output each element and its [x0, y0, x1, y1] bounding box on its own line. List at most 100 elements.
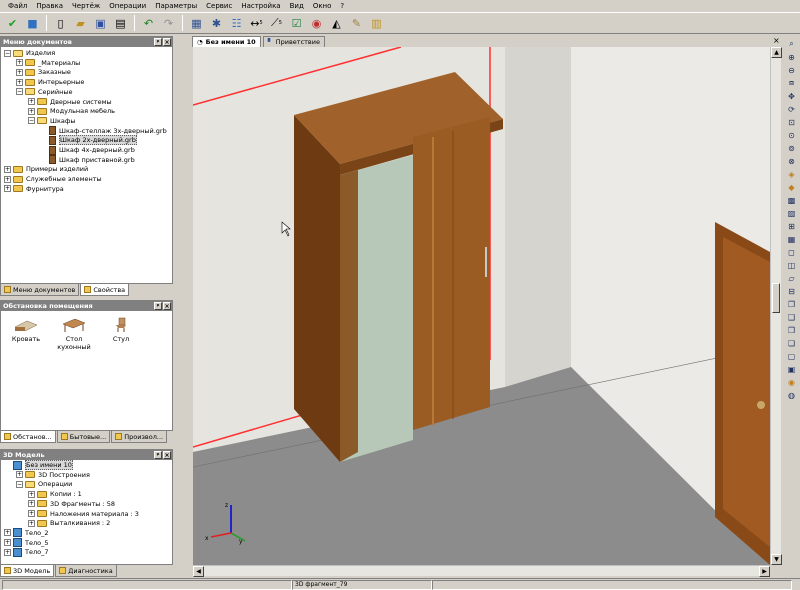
box-back-icon[interactable]: ❏: [786, 337, 798, 349]
expand-icon[interactable]: +: [4, 548, 11, 556]
tree-item[interactable]: + Модульная мебель: [28, 106, 115, 116]
pin-icon[interactable]: ᵖ: [154, 451, 162, 459]
menu-item[interactable]: Параметры: [155, 2, 197, 10]
tree-item[interactable]: + Тело_7: [4, 547, 49, 557]
box-front-icon[interactable]: ❒: [786, 324, 798, 336]
scroll-left-icon[interactable]: ◀: [193, 566, 204, 577]
menu-item[interactable]: Чертёж: [72, 2, 100, 10]
expand-icon[interactable]: +: [16, 78, 23, 86]
box-icon[interactable]: ❐: [786, 298, 798, 310]
menu-item[interactable]: Окно: [313, 2, 332, 10]
expand-icon[interactable]: +: [16, 59, 23, 67]
pan-icon[interactable]: ✥: [786, 90, 798, 102]
tree-item[interactable]: + Примеры изделий: [4, 164, 88, 174]
collapse-icon[interactable]: −: [16, 88, 23, 96]
3d-viewport[interactable]: z y x: [193, 47, 770, 565]
close-icon[interactable]: ×: [163, 38, 171, 46]
wireframe-icon[interactable]: ◻: [786, 246, 798, 258]
zoom-all-icon[interactable]: ⧈: [786, 77, 798, 89]
scroll-up-icon[interactable]: ▲: [771, 47, 782, 58]
expand-icon[interactable]: +: [28, 98, 35, 105]
wardrobe-model[interactable]: [294, 72, 503, 462]
cube-icon[interactable]: ■: [24, 15, 41, 32]
panel-tab[interactable]: Бытовые...: [56, 431, 111, 443]
close-document-icon[interactable]: ×: [773, 36, 780, 45]
hidden-lines-icon[interactable]: ◫: [786, 259, 798, 271]
tree-item[interactable]: − Серийные: [16, 87, 73, 97]
menu-item[interactable]: Вид: [290, 2, 304, 10]
perspective-icon[interactable]: ⏥: [786, 272, 798, 284]
furniture-item-chair[interactable]: Стул: [106, 317, 136, 343]
edit-icon[interactable]: ✎: [348, 15, 365, 32]
box-alt-icon[interactable]: ❑: [786, 311, 798, 323]
view-iso-icon[interactable]: ▨: [786, 207, 798, 219]
tree-item[interactable]: +3D Фрагменты : 58: [28, 499, 115, 509]
expand-icon[interactable]: +: [28, 519, 35, 527]
render-icon[interactable]: ◍: [786, 389, 798, 401]
expand-icon[interactable]: +: [28, 510, 35, 517]
checkmark-icon[interactable]: ✔: [4, 15, 21, 32]
view-front-icon[interactable]: ◈: [786, 168, 798, 180]
expand-icon[interactable]: +: [28, 500, 35, 508]
horizontal-scrollbar[interactable]: ◀ ▶: [193, 565, 770, 577]
undo-icon[interactable]: ↶: [140, 15, 157, 32]
orient-icon[interactable]: ⊗: [786, 155, 798, 167]
expand-icon[interactable]: +: [4, 539, 11, 547]
tree-item[interactable]: Шкаф-стеллаж 3х-дверный.grb: [40, 126, 167, 136]
close-icon[interactable]: ×: [163, 451, 171, 459]
tree-item[interactable]: − Изделия: [4, 48, 55, 58]
tree-item[interactable]: Без имени 10: [4, 460, 73, 470]
scroll-down-icon[interactable]: ▼: [771, 554, 782, 565]
solid-icon[interactable]: ▣: [786, 363, 798, 375]
panel-tab[interactable]: 3D Модель: [0, 565, 55, 577]
menu-item[interactable]: Файл: [8, 2, 27, 10]
tab-document[interactable]: ◔ Без имени 10: [192, 36, 261, 47]
new-file-icon[interactable]: ▯: [52, 15, 69, 32]
expand-icon[interactable]: +: [4, 165, 11, 173]
view-left-icon[interactable]: ▩: [786, 194, 798, 206]
panel-tab[interactable]: Произвол...: [111, 431, 168, 443]
collapse-icon[interactable]: −: [4, 49, 11, 57]
zoom-in-icon[interactable]: ⊕: [786, 51, 798, 63]
tree-item[interactable]: + Фурнитура: [4, 184, 64, 194]
expand-icon[interactable]: +: [16, 68, 23, 76]
menu-item[interactable]: ?: [340, 2, 344, 10]
tree-icon[interactable]: ☷: [228, 15, 245, 32]
pin-icon[interactable]: ᵖ: [154, 38, 162, 46]
zoom-window-icon[interactable]: ⌕: [786, 38, 798, 50]
tree-item[interactable]: Шкаф 4х-дверный.grb: [40, 145, 135, 155]
close-icon[interactable]: ×: [163, 302, 171, 310]
zoom-next-icon[interactable]: ⊚: [786, 142, 798, 154]
package-icon[interactable]: ▥: [368, 15, 385, 32]
tree-item[interactable]: + Дверные системы: [28, 97, 112, 107]
scroll-right-icon[interactable]: ▶: [759, 566, 770, 577]
open-file-icon[interactable]: ▰: [72, 15, 89, 32]
collapse-icon[interactable]: −: [28, 117, 35, 125]
tree-item[interactable]: + Заказные: [16, 67, 71, 77]
materials-icon[interactable]: ▦: [188, 15, 205, 32]
rotate-icon[interactable]: ⟳: [786, 103, 798, 115]
tab-welcome[interactable]: ▘ Приветствие: [262, 36, 325, 47]
reflect-icon[interactable]: ◭: [328, 15, 345, 32]
collapse-icon[interactable]: −: [16, 480, 23, 488]
tree-item[interactable]: + Тело_5: [4, 538, 49, 548]
expand-icon[interactable]: +: [4, 529, 11, 537]
menu-item[interactable]: Сервис: [206, 2, 232, 10]
vertical-scroll-thumb[interactable]: [772, 283, 780, 313]
view-axis-icon[interactable]: ⊞: [786, 220, 798, 232]
panel-tab[interactable]: Свойства: [80, 284, 130, 296]
tree-item[interactable]: Шкаф приставной.grb: [40, 155, 135, 165]
expand-icon[interactable]: +: [16, 471, 23, 479]
dimension-icon[interactable]: ↔ 5: [248, 15, 265, 32]
redo-icon[interactable]: ↷: [160, 15, 177, 32]
check-icon[interactable]: ☑: [288, 15, 305, 32]
vertical-scrollbar[interactable]: ▲ ▼: [770, 47, 782, 565]
expand-icon[interactable]: +: [4, 185, 11, 193]
library-icon[interactable]: ◉: [308, 15, 325, 32]
menu-item[interactable]: Настройка: [241, 2, 280, 10]
tree-item[interactable]: Шкаф 2х-дверный.grb: [40, 135, 137, 146]
print-icon[interactable]: ▤: [112, 15, 129, 32]
tree-item[interactable]: + _Материалы: [16, 58, 80, 68]
material-icon[interactable]: ◉: [786, 376, 798, 388]
settings-icon[interactable]: ✱: [208, 15, 225, 32]
